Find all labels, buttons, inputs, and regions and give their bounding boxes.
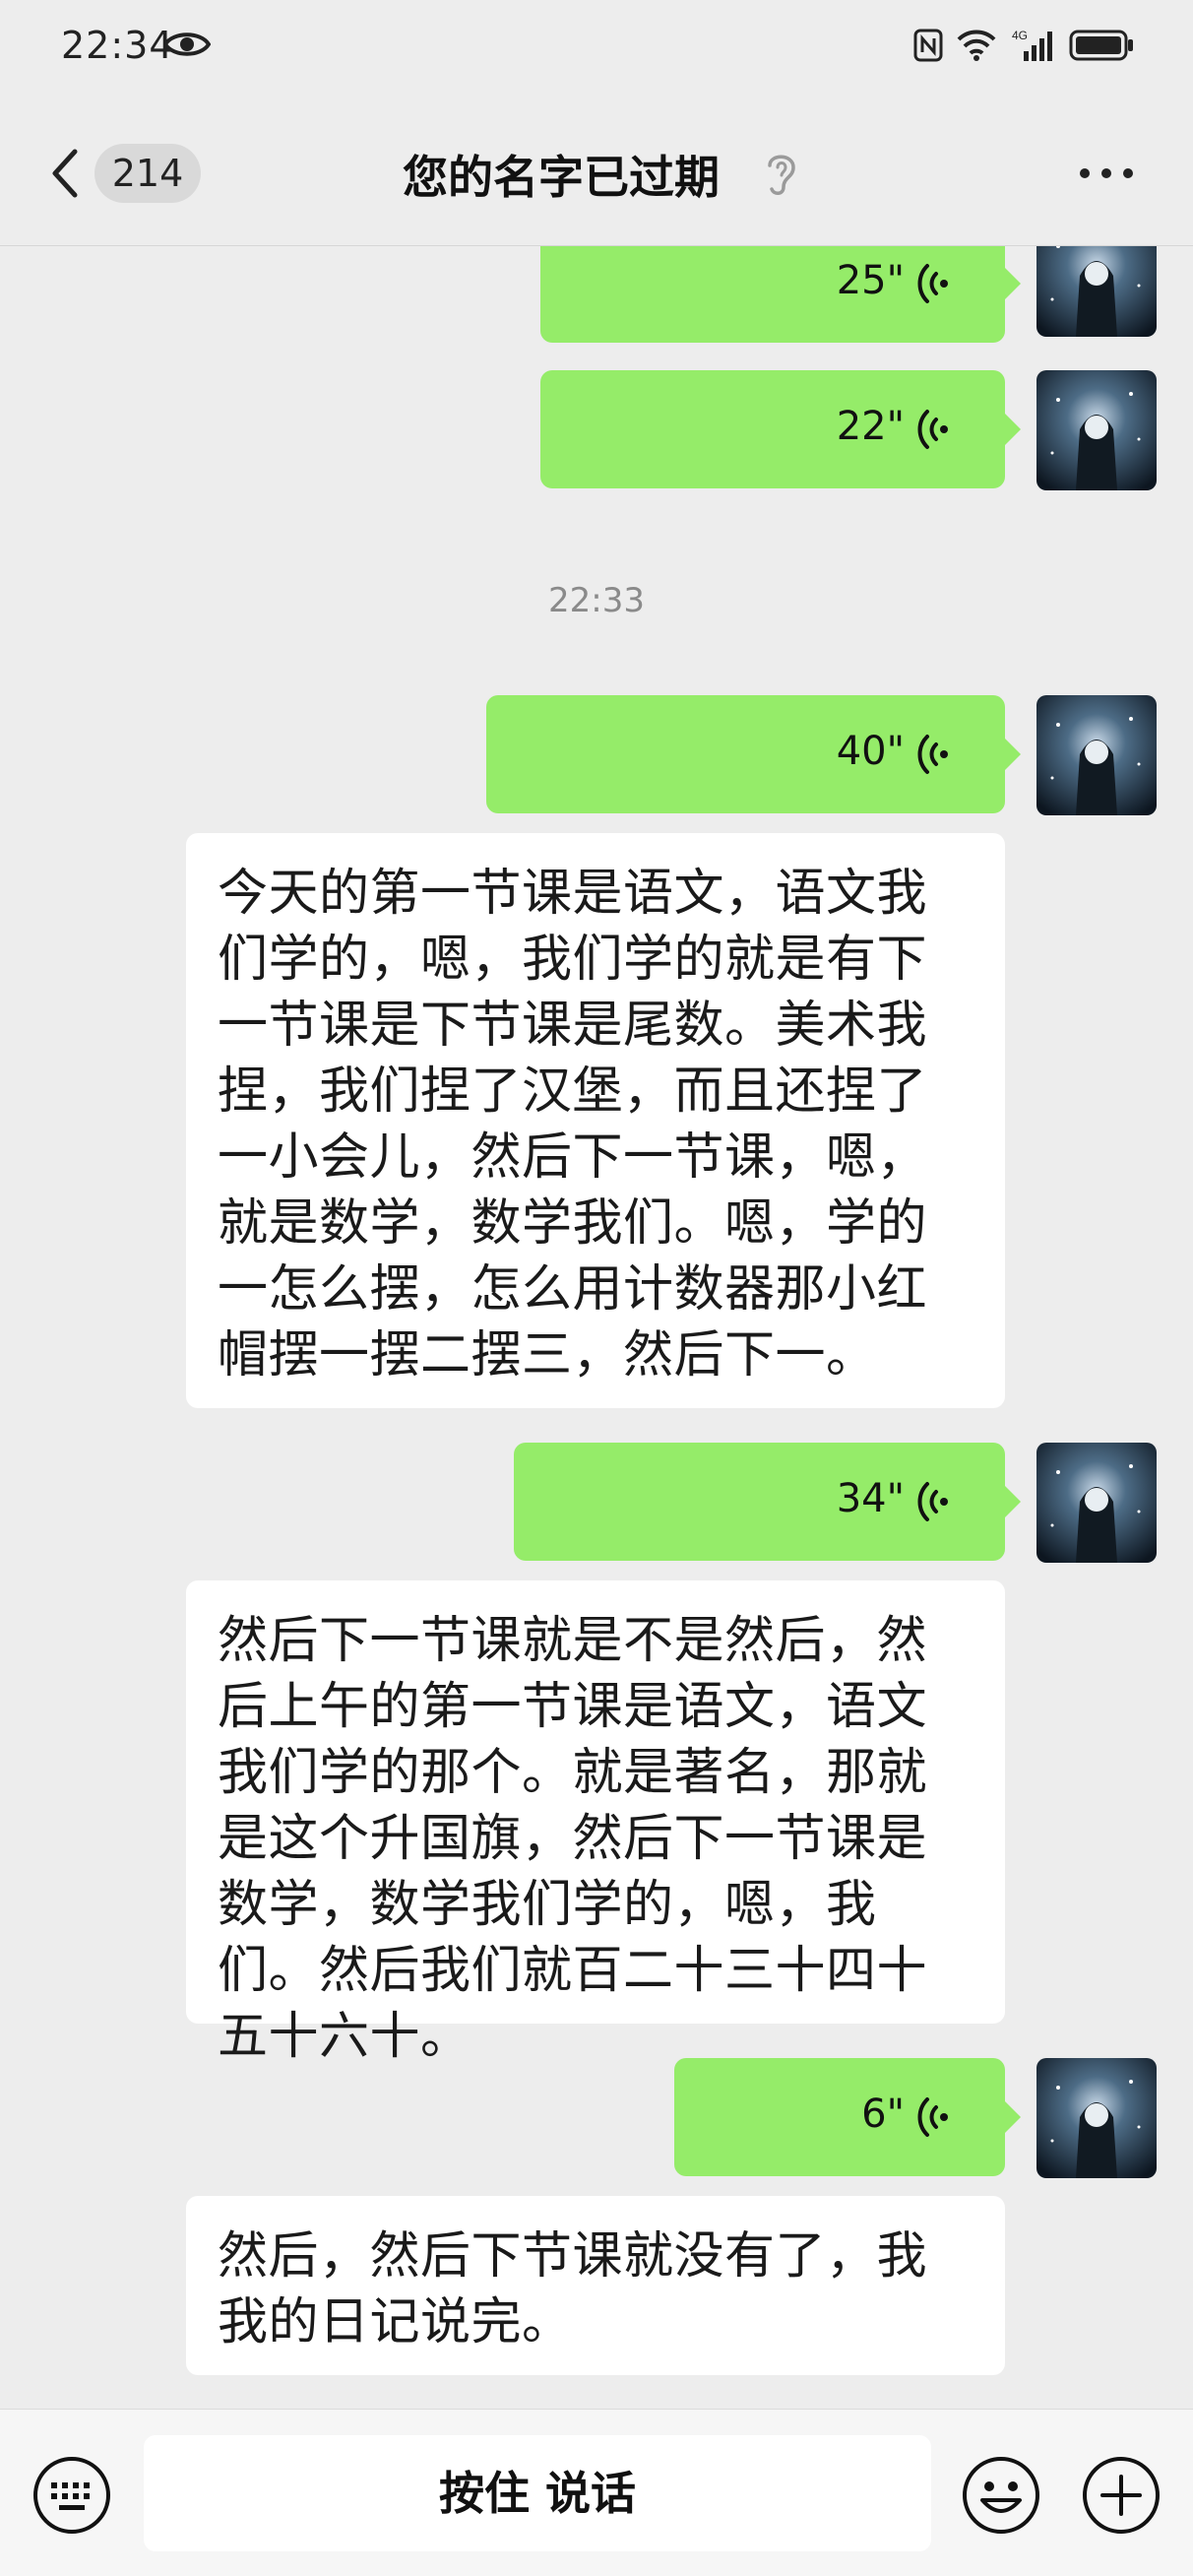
signal-icon: 4G bbox=[1012, 29, 1052, 61]
voice-wave-icon bbox=[917, 410, 948, 449]
wifi-icon bbox=[957, 30, 996, 61]
transcript-text: 今天的第一节课是语文，语文我们学的，嗯，我们学的就是有下一节课是下节课是尾数。美… bbox=[218, 865, 928, 1385]
avatar[interactable] bbox=[1036, 246, 1157, 337]
transcript-text: 然后下一节课就是不是然后，然后上午的第一节课是语文，语文我们学的那个。就是著名，… bbox=[218, 1612, 928, 2066]
plus-icon[interactable] bbox=[1081, 2455, 1162, 2536]
voice-wave-icon bbox=[917, 1482, 948, 1521]
voice-message: 34" bbox=[0, 1443, 1193, 1563]
voice-wave-icon bbox=[917, 264, 948, 303]
message-timestamp: 22:33 bbox=[548, 581, 645, 620]
chat-messages: 25" 22" 22:33 40" 今天的第一节课是语文，语文我们学的，嗯，我们… bbox=[0, 246, 1193, 2409]
chat-header: 214 您的名字已过期 bbox=[0, 98, 1193, 246]
voice-message: 22" bbox=[0, 370, 1193, 490]
keyboard-icon[interactable] bbox=[31, 2455, 112, 2536]
status-icons: 4G bbox=[913, 26, 1134, 65]
emoji-icon[interactable] bbox=[961, 2455, 1041, 2536]
voice-wave-icon bbox=[917, 2097, 948, 2137]
voice-transcript[interactable]: 今天的第一节课是语文，语文我们学的，嗯，我们学的就是有下一节课是下节课是尾数。美… bbox=[186, 833, 1005, 1408]
voice-transcript[interactable]: 然后，然后下节课就没有了，我我的日记说完。 bbox=[186, 2196, 1005, 2375]
avatar[interactable] bbox=[1036, 1443, 1157, 1563]
transcript-text: 然后，然后下节课就没有了，我我的日记说完。 bbox=[218, 2227, 928, 2351]
battery-icon bbox=[1069, 30, 1133, 61]
voice-message: 6" bbox=[0, 2058, 1193, 2178]
chat-title: 您的名字已过期 bbox=[403, 151, 720, 204]
voice-wave-icon bbox=[917, 735, 948, 774]
avatar[interactable] bbox=[1036, 2058, 1157, 2178]
more-icon[interactable] bbox=[1077, 165, 1136, 181]
voice-duration: 25" bbox=[836, 258, 905, 303]
voice-message: 40" bbox=[0, 695, 1193, 815]
voice-transcript[interactable]: 然后下一节课就是不是然后，然后上午的第一节课是语文，语文我们学的那个。就是著名，… bbox=[186, 1580, 1005, 2066]
eye-icon bbox=[163, 32, 211, 56]
network-type: 4G bbox=[1012, 29, 1028, 42]
voice-duration: 40" bbox=[836, 729, 905, 774]
voice-bubble[interactable]: 6" bbox=[674, 2058, 1021, 2176]
hold-to-talk-button[interactable]: 按住 说话 bbox=[144, 2435, 931, 2551]
voice-bubble[interactable]: 25" bbox=[540, 246, 1021, 343]
voice-bubble[interactable]: 22" bbox=[540, 370, 1021, 488]
voice-duration: 34" bbox=[836, 1476, 905, 1521]
voice-bubble[interactable]: 34" bbox=[514, 1443, 1021, 1561]
avatar[interactable] bbox=[1036, 695, 1157, 815]
voice-bubble[interactable]: 40" bbox=[486, 695, 1021, 813]
nfc-icon bbox=[913, 29, 943, 62]
status-bar: 22:34 4G bbox=[0, 0, 1193, 98]
ear-icon bbox=[768, 155, 795, 195]
status-time: 22:34 bbox=[61, 24, 174, 67]
input-bar: 按住 说话 bbox=[0, 2409, 1193, 2576]
chat-screen: 22:34 4G 214 您的名字已过期 25" 22" 22:33 40" 今… bbox=[0, 0, 1193, 2576]
avatar[interactable] bbox=[1036, 370, 1157, 490]
voice-message: 25" bbox=[0, 246, 1193, 343]
voice-duration: 6" bbox=[861, 2092, 905, 2137]
voice-duration: 22" bbox=[836, 404, 905, 449]
